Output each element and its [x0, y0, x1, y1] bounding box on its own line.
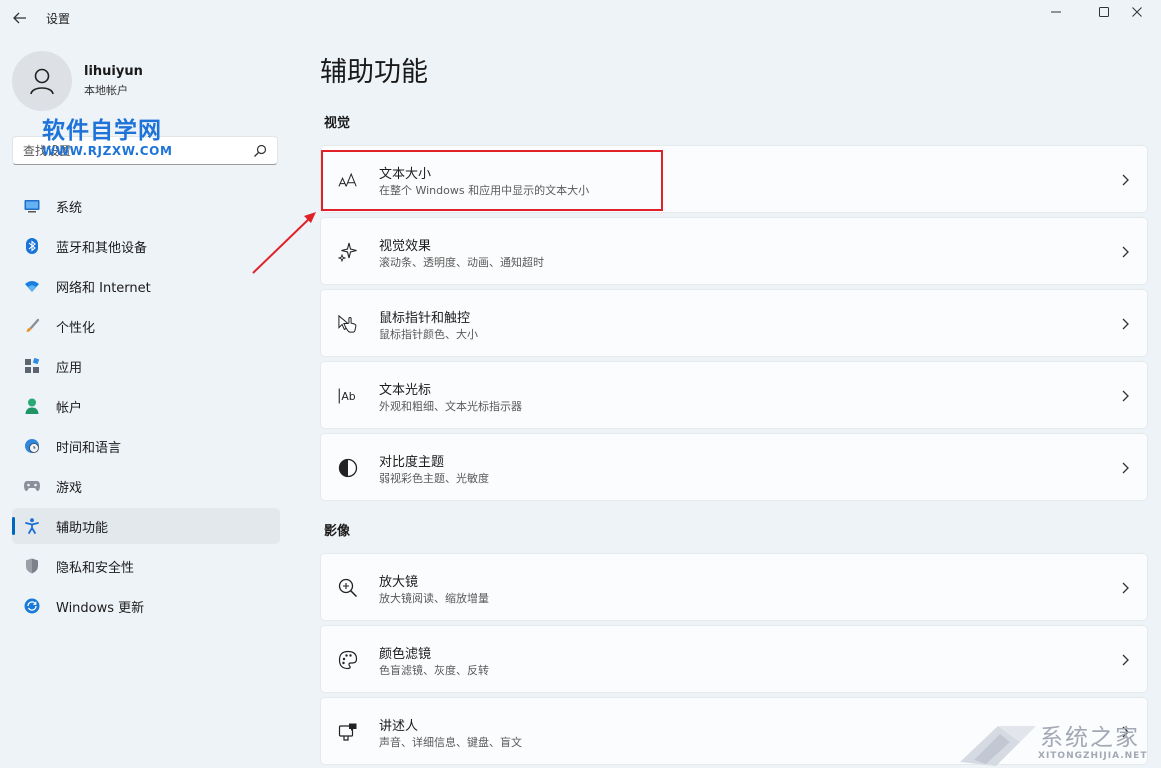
setting-card-text-size[interactable]: 文本大小 在整个 Windows 和应用中显示的文本大小 — [320, 145, 1148, 213]
card-subtitle: 色盲滤镜、灰度、反转 — [379, 664, 489, 677]
card-subtitle: 弱视彩色主题、光敏度 — [379, 472, 489, 485]
back-arrow-icon — [13, 12, 26, 24]
sidebar-item-network[interactable]: 网络和 Internet — [12, 268, 280, 304]
avatar — [12, 51, 72, 111]
page-title: 辅助功能 — [320, 57, 428, 88]
narrator-icon — [338, 722, 358, 742]
card-title: 讲述人 — [379, 719, 419, 734]
minimize-icon — [1051, 11, 1061, 13]
sidebar-item-personalization[interactable]: 个性化 — [12, 308, 280, 344]
sidebar-item-label: 蓝牙和其他设备 — [56, 240, 148, 256]
section-title-imaging: 影像 — [324, 524, 351, 539]
sidebar-item-apps[interactable]: 应用 — [12, 348, 280, 384]
pointer-touch-icon — [338, 314, 358, 334]
sidebar: lihuiyun 本地帐户 软件自学网 WWW.RJZXW.COM 系统 蓝牙和… — [0, 36, 296, 768]
title-bar: 设置 — [0, 0, 1161, 36]
sidebar-item-label: 游戏 — [56, 480, 83, 496]
wifi-icon — [24, 278, 40, 294]
magnifier-icon — [338, 578, 358, 598]
card-subtitle: 放大镜阅读、缩放增量 — [379, 592, 489, 605]
person-icon — [24, 398, 40, 414]
sidebar-item-label: 辅助功能 — [56, 520, 109, 536]
card-title: 鼠标指针和触控 — [379, 311, 471, 326]
card-title: 文本大小 — [379, 167, 432, 182]
search-icon[interactable] — [252, 143, 268, 159]
chevron-right-icon — [1122, 582, 1129, 594]
setting-card-visual-effects[interactable]: 视觉效果 滚动条、透明度、动画、通知超时 — [320, 217, 1148, 285]
card-subtitle: 声音、详细信息、键盘、盲文 — [379, 736, 522, 749]
back-button[interactable] — [8, 6, 32, 30]
setting-card-contrast-themes[interactable]: 对比度主题 弱视彩色主题、光敏度 — [320, 433, 1148, 501]
sidebar-item-accounts[interactable]: 帐户 — [12, 388, 280, 424]
watermark-title: 软件自学网 — [42, 118, 162, 144]
text-cursor-glyph: Ab — [341, 390, 355, 403]
sidebar-item-label: 网络和 Internet — [56, 280, 151, 296]
card-title: 放大镜 — [379, 575, 419, 590]
sidebar-nav: 系统 蓝牙和其他设备 网络和 Internet 个性化 应用 帐户 时间和语言 — [12, 188, 280, 628]
sidebar-item-gaming[interactable]: 游戏 — [12, 468, 280, 504]
corner-watermark-url: XITONGZHIJIA.NET — [1038, 751, 1148, 761]
card-subtitle: 外观和粗细、文本光标指示器 — [379, 400, 522, 413]
globe-clock-icon — [24, 438, 40, 454]
palette-icon — [338, 650, 358, 670]
card-title: 文本光标 — [379, 383, 432, 398]
chevron-right-icon — [1122, 318, 1129, 330]
sidebar-item-time-language[interactable]: 时间和语言 — [12, 428, 280, 464]
maximize-icon — [1099, 7, 1109, 17]
setting-card-mouse-pointer-touch[interactable]: 鼠标指针和触控 鼠标指针颜色、大小 — [320, 289, 1148, 357]
watermark-logo: 软件自学网 WWW.RJZXW.COM — [42, 118, 173, 158]
chevron-right-icon — [1122, 654, 1129, 666]
sidebar-item-label: 应用 — [56, 360, 83, 376]
sidebar-item-accessibility[interactable]: 辅助功能 — [12, 508, 280, 544]
sparkle-icon — [338, 242, 358, 262]
sidebar-item-windows-update[interactable]: Windows 更新 — [12, 588, 280, 624]
card-subtitle: 鼠标指针颜色、大小 — [379, 328, 478, 341]
text-cursor-icon: Ab — [338, 386, 358, 406]
shield-icon — [24, 558, 40, 574]
main-content: 辅助功能 视觉 文本大小 在整个 Windows 和应用中显示的文本大小 视觉效… — [320, 36, 1148, 768]
contrast-icon — [338, 458, 358, 478]
chevron-right-icon — [1122, 390, 1129, 402]
monitor-icon — [24, 198, 40, 214]
chevron-right-icon — [1122, 246, 1129, 258]
watermark-url: WWW.RJZXW.COM — [42, 144, 173, 158]
gamepad-icon — [24, 478, 40, 494]
close-icon — [1132, 7, 1142, 17]
text-size-icon — [338, 170, 358, 190]
card-subtitle: 滚动条、透明度、动画、通知超时 — [379, 256, 544, 269]
person-icon — [30, 68, 54, 95]
close-button[interactable] — [1113, 0, 1161, 24]
apps-icon — [24, 358, 40, 374]
setting-card-magnifier[interactable]: 放大镜 放大镜阅读、缩放增量 — [320, 553, 1148, 621]
sidebar-item-label: 系统 — [56, 200, 83, 216]
chevron-right-icon — [1122, 174, 1129, 186]
update-icon — [24, 598, 40, 614]
sidebar-item-bluetooth[interactable]: 蓝牙和其他设备 — [12, 228, 280, 264]
card-subtitle: 在整个 Windows 和应用中显示的文本大小 — [379, 184, 590, 197]
accessibility-icon — [24, 518, 40, 534]
card-title: 对比度主题 — [379, 455, 445, 470]
sidebar-item-label: 帐户 — [56, 400, 83, 416]
minimize-button[interactable] — [1032, 0, 1080, 24]
section-title-vision: 视觉 — [324, 116, 351, 131]
setting-card-color-filters[interactable]: 颜色滤镜 色盲滤镜、灰度、反转 — [320, 625, 1148, 693]
setting-card-text-cursor[interactable]: Ab 文本光标 外观和粗细、文本光标指示器 — [320, 361, 1148, 429]
sidebar-item-label: 时间和语言 — [56, 440, 122, 456]
sidebar-item-label: 个性化 — [56, 320, 96, 336]
account-type: 本地帐户 — [84, 84, 128, 97]
user-profile[interactable]: lihuiyun 本地帐户 — [12, 51, 143, 111]
brush-icon — [24, 318, 40, 334]
sidebar-item-label: 隐私和安全性 — [56, 560, 135, 576]
bluetooth-icon — [24, 238, 40, 254]
card-title: 颜色滤镜 — [379, 647, 432, 662]
sidebar-item-label: Windows 更新 — [56, 600, 145, 616]
card-title: 视觉效果 — [379, 239, 432, 254]
app-title: 设置 — [46, 12, 71, 26]
annotation-arrow-icon — [252, 212, 316, 274]
chevron-right-icon — [1122, 462, 1129, 474]
user-name: lihuiyun — [84, 64, 143, 79]
sidebar-item-system[interactable]: 系统 — [12, 188, 280, 224]
sidebar-item-privacy-security[interactable]: 隐私和安全性 — [12, 548, 280, 584]
corner-watermark-text: 系统之家 — [1040, 725, 1140, 751]
